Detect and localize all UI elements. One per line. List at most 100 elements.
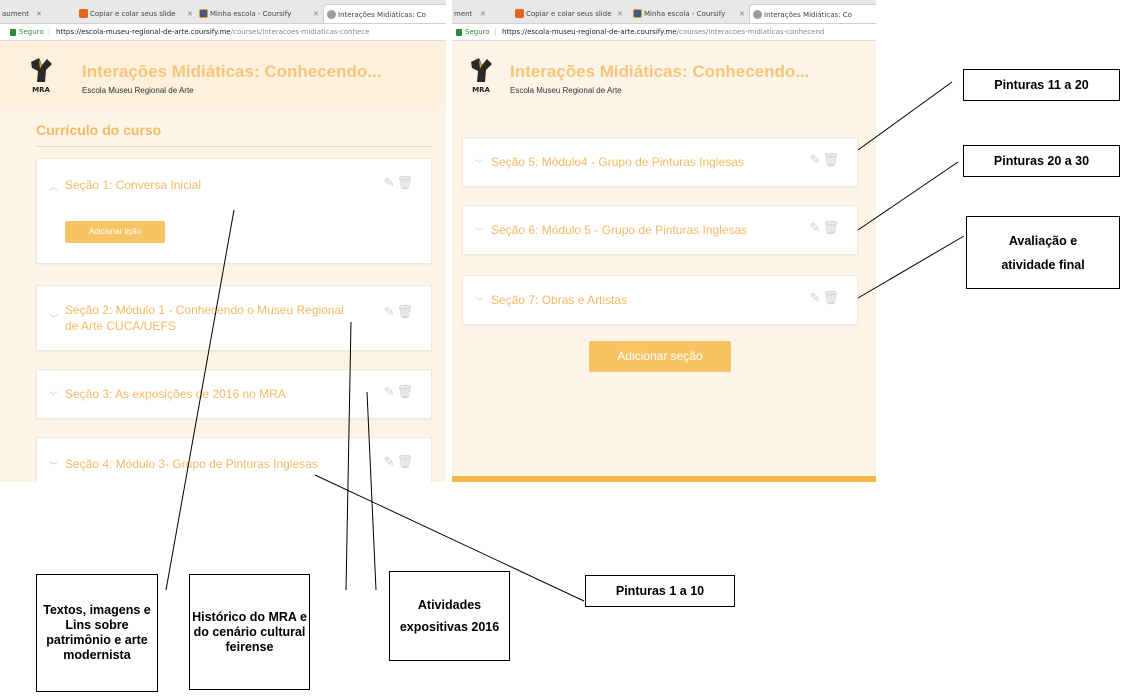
callout-pinturas-1-10: Pinturas 1 a 10 <box>585 575 735 607</box>
mra-logo: MRA <box>471 58 492 94</box>
curriculum-title: Currículo do curso <box>36 122 162 138</box>
school-name[interactable]: Escola Museu Regional de Arte <box>82 86 194 95</box>
chevron-down-icon[interactable]: ﹀ <box>475 157 484 170</box>
section-actions: ✎🗑 <box>384 454 415 470</box>
logo-text: MRA <box>472 86 490 94</box>
section-actions: ✎🗑 <box>384 384 415 400</box>
mra-icon <box>753 10 762 19</box>
trash-icon[interactable]: 🗑 <box>396 454 415 469</box>
edit-icon[interactable]: ✎ <box>810 152 823 167</box>
lock-icon <box>456 29 462 36</box>
section-actions: ✎🗑 <box>384 304 415 320</box>
browser-tabstrip: aument ✕ Copiar e colar seus slide ✕ Min… <box>0 0 446 24</box>
tab-close-icon[interactable]: ✕ <box>617 4 623 23</box>
tab-copiar[interactable]: Copiar e colar seus slide <box>512 4 612 23</box>
section-card[interactable]: ﹀ Seção 4: Módulo 3- Grupo de Pinturas I… <box>36 437 432 482</box>
office-icon <box>515 9 524 18</box>
add-section-button[interactable]: Adicionar seção <box>589 341 731 372</box>
trash-icon[interactable]: 🗑 <box>396 304 415 319</box>
course-header: MRA Interações Midiáticas: Conhecendo...… <box>452 41 876 111</box>
tab-close-icon[interactable]: ✕ <box>187 4 193 23</box>
callout-textos: Textos, imagens e Lins sobre patrimônio … <box>36 574 158 692</box>
browser-tabstrip: ment ✕ Copiar e colar seus slide ✕ Minha… <box>452 0 876 24</box>
callout-atividades: Atividades expositivas 2016 <box>389 571 510 661</box>
left-screenshot: aument ✕ Copiar e colar seus slide ✕ Min… <box>0 0 446 482</box>
add-lesson-button[interactable]: Adicionar lição <box>65 221 165 243</box>
chevron-down-icon[interactable]: ﹀ <box>475 295 484 308</box>
section-title[interactable]: Seção 3: As exposições de 2016 no MRA <box>65 386 286 402</box>
edit-icon[interactable]: ✎ <box>384 454 397 469</box>
secure-label: Seguro <box>465 28 490 36</box>
tab-close-icon[interactable]: ✕ <box>36 4 42 23</box>
trash-icon[interactable]: 🗑 <box>822 220 841 235</box>
tab-minha-escola[interactable]: Minha escola - Coursify <box>196 4 304 23</box>
logo-text: MRA <box>32 86 50 94</box>
tab-minha-escola[interactable]: Minha escola - Coursify <box>630 4 738 23</box>
address-bar[interactable]: Seguro | https://escola-museu-regional-d… <box>452 24 876 41</box>
lock-icon <box>10 29 16 36</box>
section-title[interactable]: Seção 2: Módulo 1 - Conhecendo o Museu R… <box>65 302 345 334</box>
footer-bar <box>452 476 876 482</box>
tab-cut[interactable]: aument <box>2 4 29 23</box>
edit-icon[interactable]: ✎ <box>384 175 397 190</box>
section-card[interactable]: ﹀ Seção 5: Módulo4 - Grupo de Pinturas I… <box>462 137 858 187</box>
callout-pinturas-11-20: Pinturas 11 a 20 <box>963 69 1120 101</box>
tab-close-icon[interactable]: ✕ <box>739 4 745 23</box>
edit-icon[interactable]: ✎ <box>384 304 397 319</box>
office-icon <box>79 9 88 18</box>
trash-icon[interactable]: 🗑 <box>396 175 415 190</box>
trash-icon[interactable]: 🗑 <box>822 152 841 167</box>
tab-cut[interactable]: ment <box>454 4 472 23</box>
school-name[interactable]: Escola Museu Regional de Arte <box>510 86 622 95</box>
secure-label: Seguro <box>19 28 44 36</box>
section-card[interactable]: ﹀ Seção 2: Módulo 1 - Conhecendo o Museu… <box>36 285 432 351</box>
section-actions: ✎🗑 <box>810 220 841 236</box>
edit-icon[interactable]: ✎ <box>384 384 397 399</box>
mra-logo: MRA <box>31 58 52 94</box>
section-title[interactable]: Seção 1: Conversa Inicial <box>65 177 201 193</box>
right-screenshot: ment ✕ Copiar e colar seus slide ✕ Minha… <box>452 0 876 482</box>
section-title[interactable]: Seção 4: Módulo 3- Grupo de Pinturas Ing… <box>65 456 318 472</box>
course-title[interactable]: Interações Midiáticas: Conhecendo... <box>82 62 381 82</box>
section-card[interactable]: ﹀ Seção 6: Módulo 5 - Grupo de Pinturas … <box>462 205 858 255</box>
callout-avaliacao: Avaliação e atividade final <box>966 216 1120 289</box>
tab-copiar[interactable]: Copiar e colar seus slide <box>76 4 176 23</box>
tab-close-icon[interactable]: ✕ <box>313 4 319 23</box>
divider: | <box>48 28 51 36</box>
section-actions: ✎🗑 <box>384 175 415 191</box>
edit-icon[interactable]: ✎ <box>810 290 823 305</box>
section-title[interactable]: Seção 5: Módulo4 - Grupo de Pinturas Ing… <box>491 154 744 170</box>
tab-close-icon[interactable]: ✕ <box>480 4 486 23</box>
callout-pinturas-20-30: Pinturas 20 a 30 <box>963 145 1120 177</box>
chevron-up-icon[interactable]: ︿ <box>49 180 58 193</box>
course-title[interactable]: Interações Midiáticas: Conhecendo... <box>510 62 809 82</box>
trash-icon[interactable]: 🗑 <box>396 384 415 399</box>
chevron-down-icon[interactable]: ﹀ <box>49 312 58 325</box>
address-bar[interactable]: Seguro | https://escola-museu-regional-d… <box>0 24 446 41</box>
course-page: MRA Interações Midiáticas: Conhecendo...… <box>0 41 446 482</box>
course-header: MRA Interações Midiáticas: Conhecendo...… <box>0 41 446 111</box>
url-text[interactable]: https://escola-museu-regional-de-arte.co… <box>56 24 370 40</box>
section-card[interactable]: ︿ Seção 1: Conversa Inicial ✎🗑 Adicionar… <box>36 158 432 264</box>
callout-historico: Histórico do MRA e do cenário cultural f… <box>189 574 310 690</box>
section-actions: ✎🗑 <box>810 290 841 306</box>
section-title[interactable]: Seção 6: Módulo 5 - Grupo de Pinturas In… <box>491 222 747 238</box>
tab-interacoes[interactable]: Interações Midiáticas: Co <box>323 4 446 23</box>
divider: | <box>494 28 497 36</box>
chevron-down-icon[interactable]: ﹀ <box>49 389 58 402</box>
coursify-icon <box>633 9 642 18</box>
tab-interacoes[interactable]: Interações Midiáticas: Co <box>749 4 876 23</box>
chevron-down-icon[interactable]: ﹀ <box>49 459 58 472</box>
course-page: MRA Interações Midiáticas: Conhecendo...… <box>452 41 876 482</box>
chevron-down-icon[interactable]: ﹀ <box>475 225 484 238</box>
section-actions: ✎🗑 <box>810 152 841 168</box>
divider <box>36 146 432 147</box>
section-card[interactable]: ﹀ Seção 7: Obras e Artistas ✎🗑 <box>462 275 858 325</box>
mra-icon <box>327 10 336 19</box>
section-card[interactable]: ﹀ Seção 3: As exposições de 2016 no MRA … <box>36 369 432 419</box>
section-title[interactable]: Seção 7: Obras e Artistas <box>491 292 627 308</box>
url-text[interactable]: https://escola-museu-regional-de-arte.co… <box>502 24 824 40</box>
trash-icon[interactable]: 🗑 <box>822 290 841 305</box>
coursify-icon <box>199 9 208 18</box>
edit-icon[interactable]: ✎ <box>810 220 823 235</box>
